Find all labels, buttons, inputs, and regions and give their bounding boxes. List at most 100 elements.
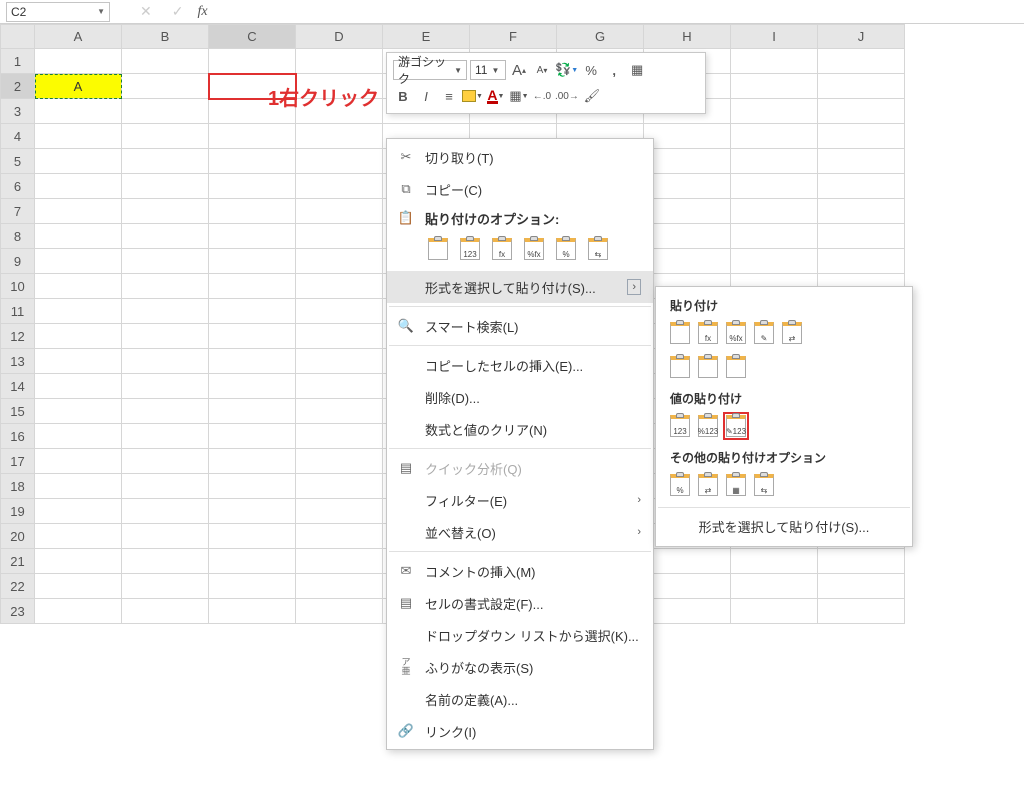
- cell[interactable]: [209, 449, 296, 474]
- row-header[interactable]: 14: [1, 374, 35, 399]
- menu-phonetic[interactable]: ア亜 ふりがなの表示(S): [387, 651, 653, 683]
- cell[interactable]: [296, 149, 383, 174]
- cell[interactable]: [731, 574, 818, 599]
- cell[interactable]: [296, 274, 383, 299]
- menu-format-cells[interactable]: ▤ セルの書式設定(F)...: [387, 587, 653, 619]
- sub-values-num-fmt[interactable]: %123: [698, 415, 718, 437]
- col-header-J[interactable]: J: [818, 25, 905, 49]
- cell[interactable]: [35, 174, 122, 199]
- cell[interactable]: [644, 599, 731, 624]
- paste-option-all[interactable]: [425, 235, 451, 263]
- cell[interactable]: [35, 249, 122, 274]
- cell[interactable]: [122, 299, 209, 324]
- cell[interactable]: [818, 574, 905, 599]
- col-header-H[interactable]: H: [644, 25, 731, 49]
- cell[interactable]: [35, 324, 122, 349]
- cell[interactable]: [296, 574, 383, 599]
- cell[interactable]: [122, 149, 209, 174]
- cell[interactable]: [296, 599, 383, 624]
- cell[interactable]: [122, 49, 209, 74]
- menu-insert-copied[interactable]: コピーしたセルの挿入(E)...: [387, 349, 653, 381]
- cell[interactable]: [209, 424, 296, 449]
- cell[interactable]: [818, 124, 905, 149]
- cell[interactable]: [209, 399, 296, 424]
- cell[interactable]: [296, 349, 383, 374]
- menu-filter[interactable]: フィルター(E) ›: [387, 484, 653, 516]
- cell[interactable]: [296, 499, 383, 524]
- cell[interactable]: [35, 374, 122, 399]
- cell[interactable]: [731, 124, 818, 149]
- cell[interactable]: [35, 99, 122, 124]
- cell[interactable]: [122, 124, 209, 149]
- cell[interactable]: [35, 524, 122, 549]
- cell[interactable]: [122, 374, 209, 399]
- cell[interactable]: [35, 499, 122, 524]
- row-header[interactable]: 9: [1, 249, 35, 274]
- font-size-combo[interactable]: 11▼: [470, 60, 506, 80]
- row-header[interactable]: 11: [1, 299, 35, 324]
- submenu-paste-special-dialog[interactable]: 形式を選択して貼り付け(S)...: [656, 511, 912, 542]
- cell[interactable]: [209, 574, 296, 599]
- cell[interactable]: [209, 149, 296, 174]
- shrink-font-button[interactable]: A▾: [532, 60, 552, 80]
- cell[interactable]: [731, 249, 818, 274]
- italic-button[interactable]: I: [416, 86, 436, 106]
- sub-values-source-fmt[interactable]: ✎123: [726, 415, 746, 437]
- cell[interactable]: [122, 449, 209, 474]
- sub-paste-no-border[interactable]: ⇄: [782, 322, 802, 344]
- format-painter-button[interactable]: 🖌: [582, 86, 602, 106]
- cell[interactable]: [818, 174, 905, 199]
- menu-clear[interactable]: 数式と値のクリア(N): [387, 413, 653, 445]
- decrease-decimal-button[interactable]: ←.0: [532, 86, 552, 106]
- row-header[interactable]: 20: [1, 524, 35, 549]
- cell[interactable]: [122, 524, 209, 549]
- cell[interactable]: [731, 199, 818, 224]
- cell[interactable]: [122, 74, 209, 99]
- cell[interactable]: [35, 149, 122, 174]
- cell[interactable]: [122, 174, 209, 199]
- cell[interactable]: [35, 574, 122, 599]
- paste-option-link[interactable]: ⇆: [585, 235, 611, 263]
- cell[interactable]: [35, 199, 122, 224]
- cell[interactable]: [731, 599, 818, 624]
- cell[interactable]: [644, 199, 731, 224]
- col-header-G[interactable]: G: [557, 25, 644, 49]
- cell[interactable]: [122, 274, 209, 299]
- cell[interactable]: [35, 124, 122, 149]
- paste-option-values[interactable]: 123: [457, 235, 483, 263]
- cell[interactable]: [35, 274, 122, 299]
- cell[interactable]: [35, 549, 122, 574]
- cell[interactable]: [731, 74, 818, 99]
- menu-define-name[interactable]: 名前の定義(A)...: [387, 683, 653, 715]
- cell[interactable]: [35, 424, 122, 449]
- cell[interactable]: [35, 224, 122, 249]
- cell[interactable]: [122, 499, 209, 524]
- menu-link[interactable]: 🔗 リンク(I): [387, 715, 653, 747]
- cell[interactable]: [731, 49, 818, 74]
- cell[interactable]: [731, 174, 818, 199]
- cell[interactable]: [35, 474, 122, 499]
- col-header-F[interactable]: F: [470, 25, 557, 49]
- cell[interactable]: [209, 324, 296, 349]
- cell[interactable]: [122, 349, 209, 374]
- cell[interactable]: [296, 199, 383, 224]
- cell[interactable]: [209, 299, 296, 324]
- borders-button[interactable]: ▦▼: [509, 86, 529, 106]
- cell[interactable]: [35, 399, 122, 424]
- cell[interactable]: [296, 99, 383, 124]
- cell[interactable]: [644, 249, 731, 274]
- row-header[interactable]: 21: [1, 549, 35, 574]
- cell[interactable]: [296, 299, 383, 324]
- col-header-I[interactable]: I: [731, 25, 818, 49]
- cell[interactable]: [296, 74, 383, 99]
- sub-other-picture[interactable]: ▦: [726, 474, 746, 496]
- paste-option-formulas-fmt[interactable]: %fx: [521, 235, 547, 263]
- cell[interactable]: [122, 99, 209, 124]
- sub-paste-col-width[interactable]: [670, 356, 690, 378]
- cell[interactable]: [122, 599, 209, 624]
- cell[interactable]: [731, 99, 818, 124]
- cell[interactable]: [209, 49, 296, 74]
- col-header-B[interactable]: B: [122, 25, 209, 49]
- grow-font-button[interactable]: A▴: [509, 60, 529, 80]
- cell[interactable]: [122, 424, 209, 449]
